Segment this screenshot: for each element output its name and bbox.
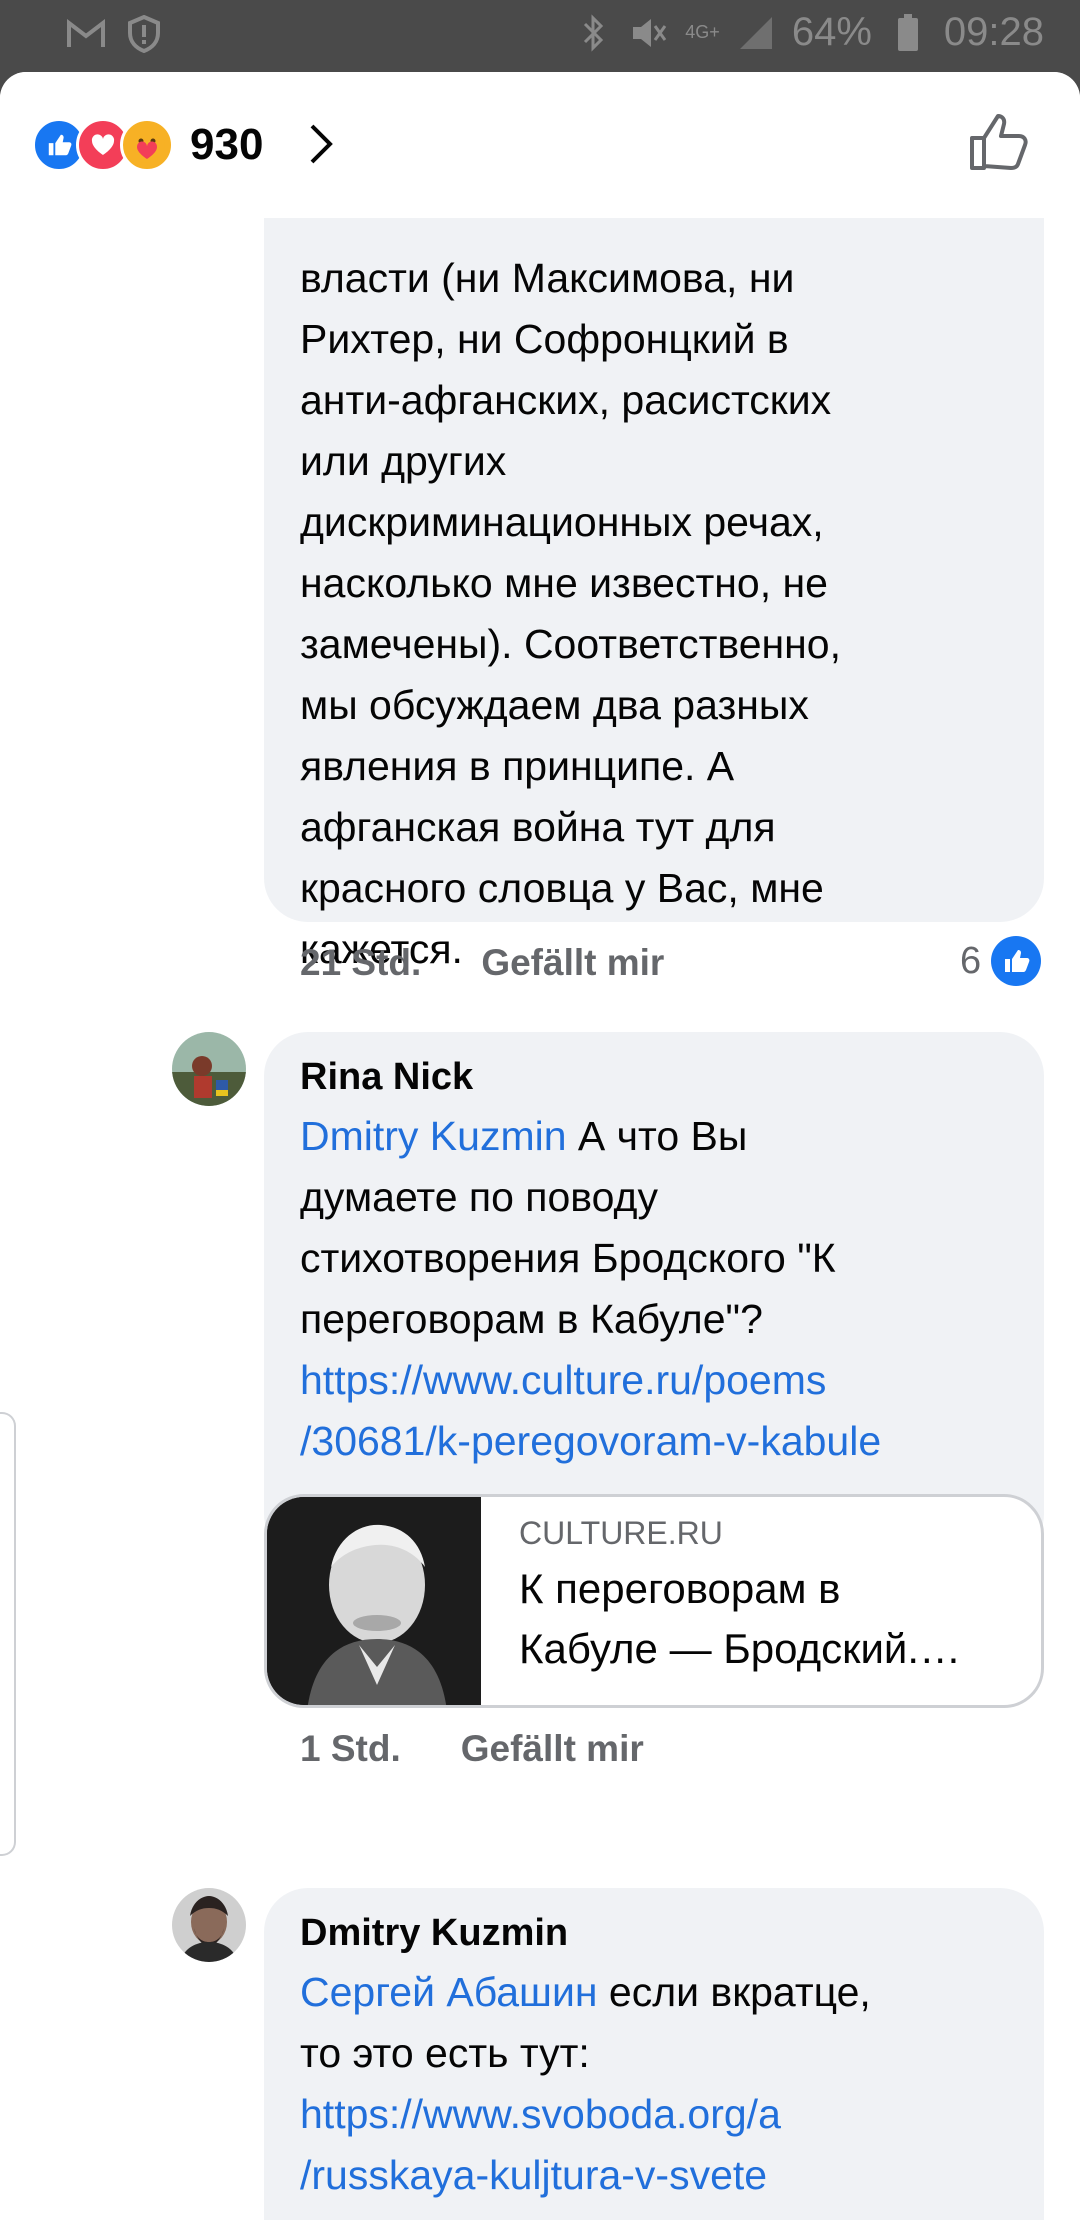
comment-feed[interactable]: власти (ни Максимова, ни Рихтер, ни Софр… [0, 72, 1080, 2220]
clock: 09:28 [943, 10, 1044, 54]
comment-author[interactable]: Dmitry Kuzmin [300, 1908, 1008, 1958]
signal-icon [736, 13, 776, 53]
link-preview-image [267, 1497, 481, 1705]
bluetooth-icon [573, 13, 613, 53]
comment-bubble: Rina Nick Dmitry Kuzmin А что Вы думаете… [264, 1032, 1044, 1558]
chevron-right-icon[interactable] [300, 122, 344, 166]
mention-link[interactable]: Dmitry Kuzmin [300, 1113, 567, 1159]
comment-time[interactable]: 1 Std. [300, 1728, 401, 1770]
url-link[interactable]: https://www.culture.ru/poems /30681/k-pe… [300, 1357, 881, 1464]
comment-time[interactable]: 21 Std. [300, 942, 421, 984]
comment-bubble: Dmitry Kuzmin Сергей Абашин если вкратце… [264, 1888, 1044, 2220]
avatar-dmitry-kuzmin[interactable] [172, 1888, 246, 1962]
battery-percent: 64% [791, 10, 872, 54]
comments-sheet: власти (ни Максимова, ни Рихтер, ни Софр… [0, 72, 1080, 2220]
comment-like-count[interactable]: 6 [960, 936, 1042, 986]
like-count: 6 [960, 939, 982, 982]
like-icon [991, 936, 1042, 986]
mute-icon [629, 13, 669, 53]
reactions-header: 930 [0, 72, 1080, 218]
comment-bubble: власти (ни Максимова, ни Рихтер, ни Софр… [264, 168, 1044, 972]
network-type: 4G+ [685, 22, 720, 42]
side-handle[interactable] [0, 1412, 16, 1856]
comment-actions: 1 Std. Gefällt mir [300, 1728, 644, 1770]
battery-icon [888, 13, 928, 53]
reaction-count: 930 [190, 120, 264, 169]
link-preview-card[interactable]: CULTURE.RU К переговорам в Кабуле — Брод… [264, 1494, 1044, 1708]
comment-author[interactable]: Rina Nick [300, 1052, 1008, 1102]
like-button[interactable]: Gefällt mir [461, 1728, 644, 1770]
like-button[interactable]: Gefällt mir [481, 942, 664, 984]
comment-text: Dmitry Kuzmin А что Вы думаете по поводу… [300, 1106, 1008, 1472]
alert-shield-icon [124, 14, 164, 54]
url-link[interactable]: https://www.svoboda.org/a /russkaya-kulj… [300, 2091, 781, 2220]
comment-text: Сергей Абашин если вкратце, то это есть … [300, 1962, 1008, 2220]
avatar-rina-nick[interactable] [172, 1032, 246, 1106]
link-preview-title: К переговорам в Кабуле — Бродский.… [519, 1565, 962, 1672]
link-preview-domain: CULTURE.RU [519, 1515, 723, 1551]
care-icon [120, 118, 174, 172]
like-post-button[interactable] [966, 110, 1030, 174]
comment-actions: 21 Std. Gefällt mir [300, 942, 664, 984]
mention-link[interactable]: Сергей Абашин [300, 1969, 598, 2015]
reactions-summary[interactable]: 930 [32, 118, 263, 172]
comment-text: власти (ни Максимова, ни Рихтер, ни Софр… [300, 255, 841, 972]
gmail-icon [66, 14, 106, 54]
status-bar: 4G+ 64% 09:28 [0, 0, 1080, 72]
